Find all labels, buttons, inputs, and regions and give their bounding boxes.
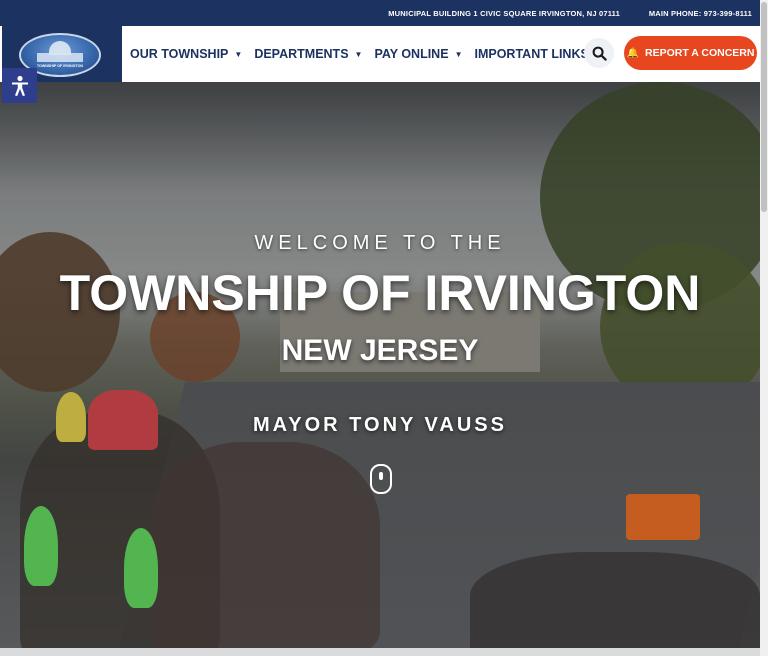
scrollbar[interactable]	[760, 0, 768, 656]
scroll-down-icon[interactable]	[370, 464, 392, 494]
hero-section: WELCOME TO THE TOWNSHIP OF IRVINGTON NEW…	[0, 82, 768, 656]
nav-item-pay-online[interactable]: PAY ONLINE ▼	[374, 47, 462, 61]
accessibility-icon	[11, 75, 28, 96]
hero-mayor: MAYOR TONY VAUSS	[253, 414, 507, 436]
nav-item-label: PAY ONLINE	[374, 47, 449, 61]
report-concern-button[interactable]: 🔔 REPORT A CONCERN	[624, 36, 757, 70]
nav-item-our-township[interactable]: OUR TOWNSHIP ▼	[130, 47, 242, 61]
search-icon	[592, 46, 607, 61]
top-info-bar: MUNICIPAL BUILDING 1 CIVIC SQUARE IRVING…	[0, 0, 768, 26]
nav-item-label: OUR TOWNSHIP	[130, 47, 229, 61]
bell-icon: 🔔	[626, 47, 639, 59]
hero-state: NEW JERSEY	[281, 334, 479, 367]
bottom-strip	[0, 648, 768, 656]
nav-item-label: IMPORTANT LINKS	[474, 47, 589, 61]
accessibility-button[interactable]	[2, 68, 37, 103]
phone-text[interactable]: MAIN PHONE: 973-399-8111	[649, 9, 752, 18]
menu: OUR TOWNSHIP ▼ DEPARTMENTS ▼ PAY ONLINE …	[130, 26, 615, 82]
hero-welcome-text: WELCOME TO THE	[254, 232, 506, 254]
search-button[interactable]	[584, 38, 614, 68]
nav-item-departments[interactable]: DEPARTMENTS ▼	[254, 47, 362, 61]
report-concern-label: REPORT A CONCERN	[644, 47, 755, 59]
nav-item-label: DEPARTMENTS	[254, 47, 349, 61]
chevron-down-icon: ▼	[454, 49, 463, 59]
page: MUNICIPAL BUILDING 1 CIVIC SQUARE IRVING…	[0, 0, 768, 656]
address-text: MUNICIPAL BUILDING 1 CIVIC SQUARE IRVING…	[388, 9, 620, 18]
hero-title: TOWNSHIP OF IRVINGTON	[59, 265, 701, 321]
scrollbar-thumb[interactable]	[761, 2, 767, 212]
main-navigation: TOWNSHIP OF IRVINGTON OUR TOWNSHIP ▼ DEP…	[0, 26, 768, 83]
chevron-down-icon: ▼	[234, 49, 243, 59]
chevron-down-icon: ▼	[354, 49, 363, 59]
